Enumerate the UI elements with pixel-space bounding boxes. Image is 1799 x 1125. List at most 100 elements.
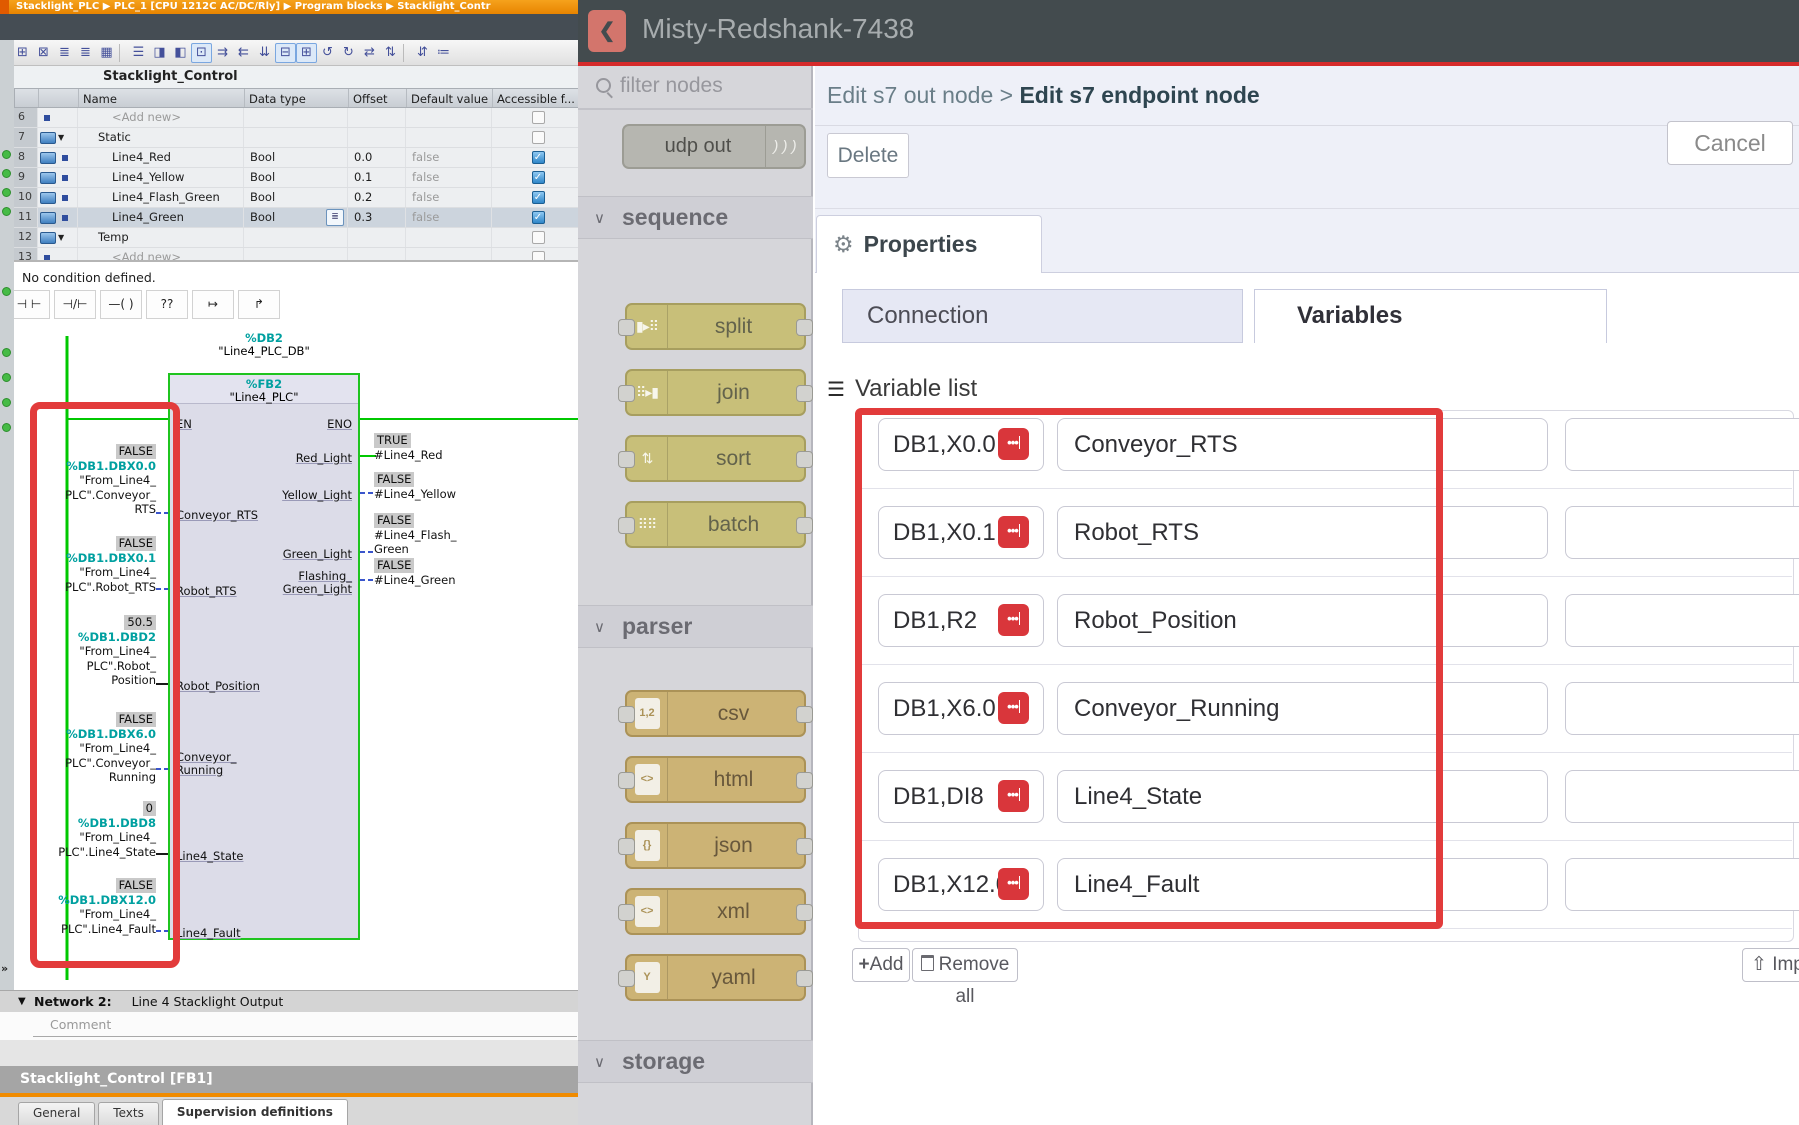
data-type-cell[interactable]: Bool <box>244 168 348 187</box>
variable-name-cell[interactable]: Line4_Flash_Green <box>78 188 244 207</box>
accessible-cell[interactable] <box>492 228 585 247</box>
tab-connection[interactable]: Connection <box>842 289 1243 343</box>
checkbox-checked-icon[interactable]: ✓ <box>532 171 545 184</box>
collapse-caret-icon[interactable]: ▼ <box>18 991 26 1013</box>
output-pin[interactable]: Yellow_Light <box>282 489 352 502</box>
input-operand[interactable]: FALSE %DB1.DBX6.0 "From_Line4_ PLC".Conv… <box>18 712 156 785</box>
data-type-cell[interactable]: Bool≣ <box>244 208 348 227</box>
variable-name-cell[interactable]: Temp <box>78 228 244 247</box>
address-helper-button[interactable]: ••• <box>998 692 1029 724</box>
variable-name-cell[interactable]: Static <box>78 128 244 147</box>
delete-button[interactable]: Delete <box>827 133 909 178</box>
network-comment-row[interactable]: Comment <box>0 1012 585 1040</box>
variable-extra-input[interactable] <box>1565 858 1799 911</box>
palette-node[interactable]: ⠿▸▮ join <box>625 369 806 416</box>
tia-toolbar-icon[interactable]: ≣ <box>54 43 75 63</box>
variable-extra-input[interactable] <box>1565 682 1799 735</box>
accessible-cell[interactable]: ✓ <box>492 188 585 207</box>
variable-extra-input[interactable] <box>1565 418 1799 471</box>
default-value-cell[interactable]: false <box>406 208 492 227</box>
import-button[interactable]: ⇧ Imp <box>1742 948 1799 982</box>
breadcrumb[interactable]: Stacklight_PLC ▶ PLC_1 [CPU 1212C AC/DC/… <box>0 0 585 14</box>
variable-name-input[interactable]: Line4_Fault <box>1057 858 1548 911</box>
table-header-cell[interactable]: Name <box>79 89 245 107</box>
tia-toolbar-icon[interactable]: ⇉ <box>212 43 233 63</box>
table-row[interactable]: 11 Line4_Green Bool≣ 0.3 false ✓ <box>14 208 585 228</box>
properties-tab[interactable]: ⚙Properties <box>816 215 1042 273</box>
type-picker-button[interactable]: ≣ <box>326 209 344 226</box>
comment-placeholder[interactable]: Comment <box>50 1017 111 1032</box>
inspector-tab[interactable]: Supervision definitions <box>162 1099 348 1125</box>
db-instance-header[interactable]: %DB2 "Line4_PLC_DB" <box>168 332 360 358</box>
inspector-tab[interactable]: Texts <box>98 1102 159 1125</box>
accessible-cell[interactable]: ✓ <box>492 168 585 187</box>
output-pin[interactable]: Red_Light <box>296 452 352 465</box>
palette-category-parser[interactable]: ∨ parser <box>578 605 813 648</box>
table-header-cell[interactable]: Data type <box>245 89 349 107</box>
tia-toolbar-icon[interactable]: ↻ <box>338 43 359 63</box>
search-input[interactable]: filter nodes <box>620 74 723 98</box>
breadcrumb-parent[interactable]: Edit s7 out node <box>827 82 993 108</box>
variable-name-input[interactable]: Robot_RTS <box>1057 506 1548 559</box>
remove-all-button[interactable]: Remove all <box>912 948 1018 982</box>
data-type-cell[interactable]: Bool <box>244 188 348 207</box>
output-operand[interactable]: FALSE #Line4_Green <box>374 558 504 587</box>
tia-toolbar-icon[interactable] <box>403 44 410 62</box>
tia-toolbar-icon[interactable] <box>119 44 126 62</box>
palette-search[interactable]: filter nodes <box>578 66 813 110</box>
table-header-cell[interactable]: Offset <box>349 89 407 107</box>
tia-toolbar-icon[interactable]: ≣ <box>75 43 96 63</box>
palette-node[interactable]: 1,2 csv <box>625 690 806 737</box>
accessible-cell[interactable] <box>492 108 585 127</box>
tia-toolbar-icon[interactable]: ⊟ <box>275 43 296 63</box>
variable-name-cell[interactable]: Line4_Green <box>78 208 244 227</box>
default-value-cell[interactable] <box>406 108 492 127</box>
ladder-element-icon[interactable]: ↦ <box>192 290 234 319</box>
variable-name-input[interactable]: Robot_Position <box>1057 594 1548 647</box>
checkbox-checked-icon[interactable]: ✓ <box>532 151 545 164</box>
palette-node[interactable]: ⇅ sort <box>625 435 806 482</box>
checkbox-unchecked-icon[interactable] <box>532 111 545 124</box>
tia-toolbar-icon[interactable]: ⇅ <box>380 43 401 63</box>
input-operand[interactable]: FALSE %DB1.DBX0.1 "From_Line4_ PLC".Robo… <box>18 536 156 594</box>
accessible-cell[interactable]: ✓ <box>492 148 585 167</box>
table-row[interactable]: 7 ▼ Static <box>14 128 585 148</box>
variable-name-cell[interactable]: Line4_Red <box>78 148 244 167</box>
tia-toolbar-icon[interactable]: ▦ <box>96 43 117 63</box>
palette-node[interactable]: <> xml <box>625 888 806 935</box>
table-header-cell[interactable] <box>15 89 39 107</box>
input-pin[interactable]: Conveyor_RTS <box>176 509 258 522</box>
table-row[interactable]: 6 <Add new> <box>14 108 585 128</box>
variable-name-input[interactable]: Line4_State <box>1057 770 1548 823</box>
table-row[interactable]: 12 ▼ Temp <box>14 228 585 248</box>
ladder-element-icon[interactable]: —( ) <box>100 290 142 319</box>
tia-toolbar-icon[interactable]: ⇵ <box>412 43 433 63</box>
ladder-element-icon[interactable]: ?? <box>146 290 188 319</box>
tia-toolbar-icon[interactable]: ◧ <box>170 43 191 63</box>
palette-node[interactable]: ⠿⠿ batch <box>625 501 806 548</box>
expand-caret-icon[interactable]: ▼ <box>58 129 64 147</box>
address-helper-button[interactable]: ••• <box>998 868 1029 900</box>
address-helper-button[interactable]: ••• <box>998 428 1029 460</box>
function-block[interactable]: %FB2 "Line4_PLC" EN ENO Conveyor_RTSRobo… <box>168 373 360 940</box>
table-row[interactable]: 10 Line4_Flash_Green Bool 0.2 false ✓ <box>14 188 585 208</box>
address-helper-button[interactable]: ••• <box>998 516 1029 548</box>
table-header-cell[interactable]: Default value <box>407 89 493 107</box>
tab-variables[interactable]: Variables <box>1254 289 1607 343</box>
palette-node[interactable]: ▮▸⠿ split <box>625 303 806 350</box>
default-value-cell[interactable]: false <box>406 148 492 167</box>
tia-toolbar-icon[interactable]: ⊞ <box>296 43 317 63</box>
output-pin[interactable]: Flashing_ Green_Light <box>283 570 352 596</box>
checkbox-unchecked-icon[interactable] <box>532 131 545 144</box>
variable-extra-input[interactable] <box>1565 506 1799 559</box>
tia-toolbar-icon[interactable]: ⇄ <box>359 43 380 63</box>
variable-name-input[interactable]: Conveyor_RTS <box>1057 418 1548 471</box>
palette-node[interactable]: <> html <box>625 756 806 803</box>
tia-toolbar-icon[interactable]: ≔ <box>433 43 454 63</box>
palette-node-udp-out[interactable]: udp out ) ) ) <box>622 124 806 169</box>
inspector-tab[interactable]: General <box>18 1102 95 1125</box>
input-operand[interactable]: FALSE %DB1.DBX0.0 "From_Line4_ PLC".Conv… <box>18 444 156 517</box>
input-operand[interactable]: 50.5 %DB1.DBD2 "From_Line4_ PLC".Robot_ … <box>18 615 156 688</box>
ladder-element-icon[interactable]: ⊣ ⊢ <box>8 290 50 319</box>
add-button[interactable]: +Add <box>852 948 910 982</box>
